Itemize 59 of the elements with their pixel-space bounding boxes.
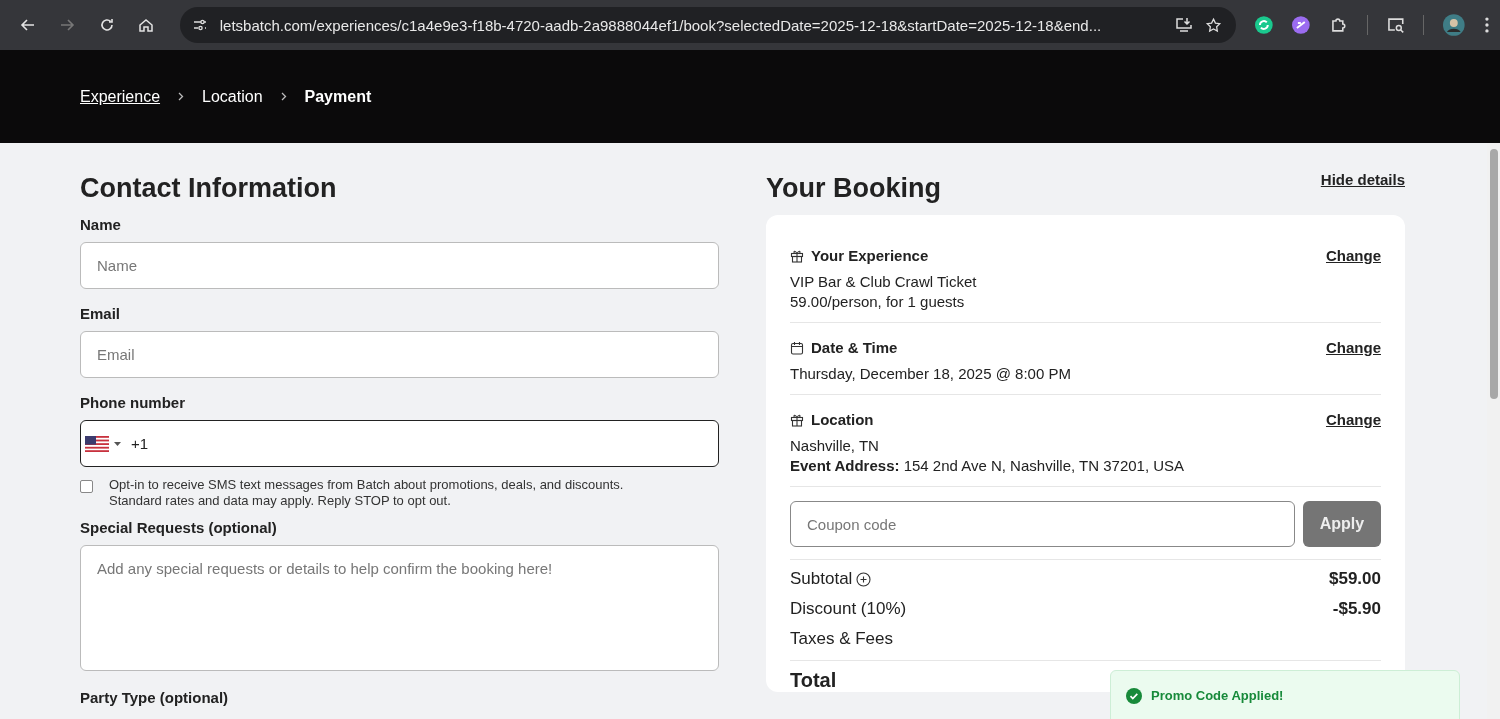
back-icon[interactable] bbox=[19, 17, 36, 33]
star-icon[interactable] bbox=[1204, 16, 1222, 34]
tab-search-icon[interactable] bbox=[1385, 15, 1406, 35]
detail-text: Event Address: 154 2nd Ave N, Nashville, TN 37201, USA bbox=[790, 456, 1186, 476]
detail-text: VIP Bar & Club Crawl Ticket bbox=[790, 272, 978, 292]
checkbox[interactable] bbox=[80, 480, 93, 493]
avatar-icon[interactable] bbox=[1442, 13, 1467, 37]
country-code: +1 bbox=[131, 435, 149, 452]
section-heading: Date & Time bbox=[811, 339, 898, 356]
breadcrumb-link[interactable]: Payment bbox=[304, 87, 372, 106]
price-value: -$5.90 bbox=[1332, 599, 1381, 619]
section-heading: Your Experience bbox=[811, 247, 929, 264]
phone-field[interactable]: +1 bbox=[80, 420, 719, 467]
section-title: Your Booking bbox=[766, 173, 941, 204]
check-circle-icon bbox=[1126, 688, 1142, 704]
change-link[interactable]: Change bbox=[1326, 339, 1381, 356]
menu-icon[interactable] bbox=[1484, 16, 1490, 34]
plus-circle-icon[interactable] bbox=[856, 571, 872, 587]
gift-icon bbox=[790, 412, 804, 427]
toast-text: Promo Code Applied! bbox=[1151, 688, 1284, 703]
input-field[interactable]: Email bbox=[80, 331, 719, 378]
price-label: Discount (10%) bbox=[790, 599, 907, 619]
chevron-icon bbox=[280, 92, 287, 101]
section-title: Contact Information bbox=[80, 173, 338, 204]
gift-icon bbox=[790, 248, 804, 263]
breadcrumb-link[interactable]: Experience bbox=[80, 87, 161, 106]
text-area[interactable]: Add any special requests or details to help confirm the booking here! bbox=[80, 545, 719, 671]
field-label: Name bbox=[80, 216, 122, 233]
field-label: Phone number bbox=[80, 394, 186, 411]
sms-consent-text: Opt-in to receive SMS text messages from Batch about promotions, deals, and discounts. Standard rates and data may apply. Reply STOP to opt out. bbox=[109, 477, 624, 509]
address-bar[interactable]: letsbatch.com/experiences/c1a4e9e3-f18b-4720-aadb-2a9888044ef1/book?selectedDate=2025-12-18&startDate=2025-12-18&end... bbox=[179, 7, 1236, 43]
scrollbar-thumb[interactable] bbox=[1489, 149, 1498, 399]
breadcrumb-link[interactable]: Location bbox=[202, 87, 263, 106]
change-link[interactable]: Change bbox=[1326, 247, 1381, 264]
extension-icon[interactable] bbox=[1253, 15, 1274, 35]
detail-text: 59.00/person, for 1 guests bbox=[790, 292, 966, 312]
change-link[interactable]: Change bbox=[1326, 411, 1381, 428]
flag-icon[interactable] bbox=[85, 435, 109, 452]
detail-text: Thursday, December 18, 2025 @ 8:00 PM bbox=[790, 364, 1072, 384]
reload-icon[interactable] bbox=[98, 17, 115, 33]
calendar-icon bbox=[790, 340, 804, 355]
home-icon[interactable] bbox=[138, 17, 155, 33]
field-label: Party Type (optional) bbox=[80, 689, 230, 706]
section-heading: Location bbox=[811, 411, 874, 428]
field-label: Email bbox=[80, 305, 122, 322]
chevron-icon bbox=[178, 92, 185, 101]
install-icon[interactable] bbox=[1174, 17, 1193, 33]
detail-text: Nashville, TN bbox=[790, 436, 880, 456]
url-text: letsbatch.com/experiences/c1a4e9e3-f18b-4720-aadb-2a9888044ef1/book?selectedDate=2025-12-18&startDate=2025-12-18&end... bbox=[219, 16, 1103, 34]
extension-icon[interactable] bbox=[1291, 15, 1312, 35]
price-value: $59.00 bbox=[1329, 569, 1381, 589]
field-label: Special Requests (optional) bbox=[80, 519, 278, 536]
price-label: Taxes & Fees bbox=[790, 629, 893, 649]
input-field[interactable]: Name bbox=[80, 242, 719, 289]
hide-details-link[interactable]: Hide details bbox=[1320, 171, 1405, 188]
caret-icon[interactable] bbox=[114, 441, 121, 446]
price-label: Subtotal bbox=[790, 569, 853, 589]
site-settings-icon[interactable] bbox=[191, 17, 208, 33]
total-label: Total bbox=[790, 668, 838, 692]
